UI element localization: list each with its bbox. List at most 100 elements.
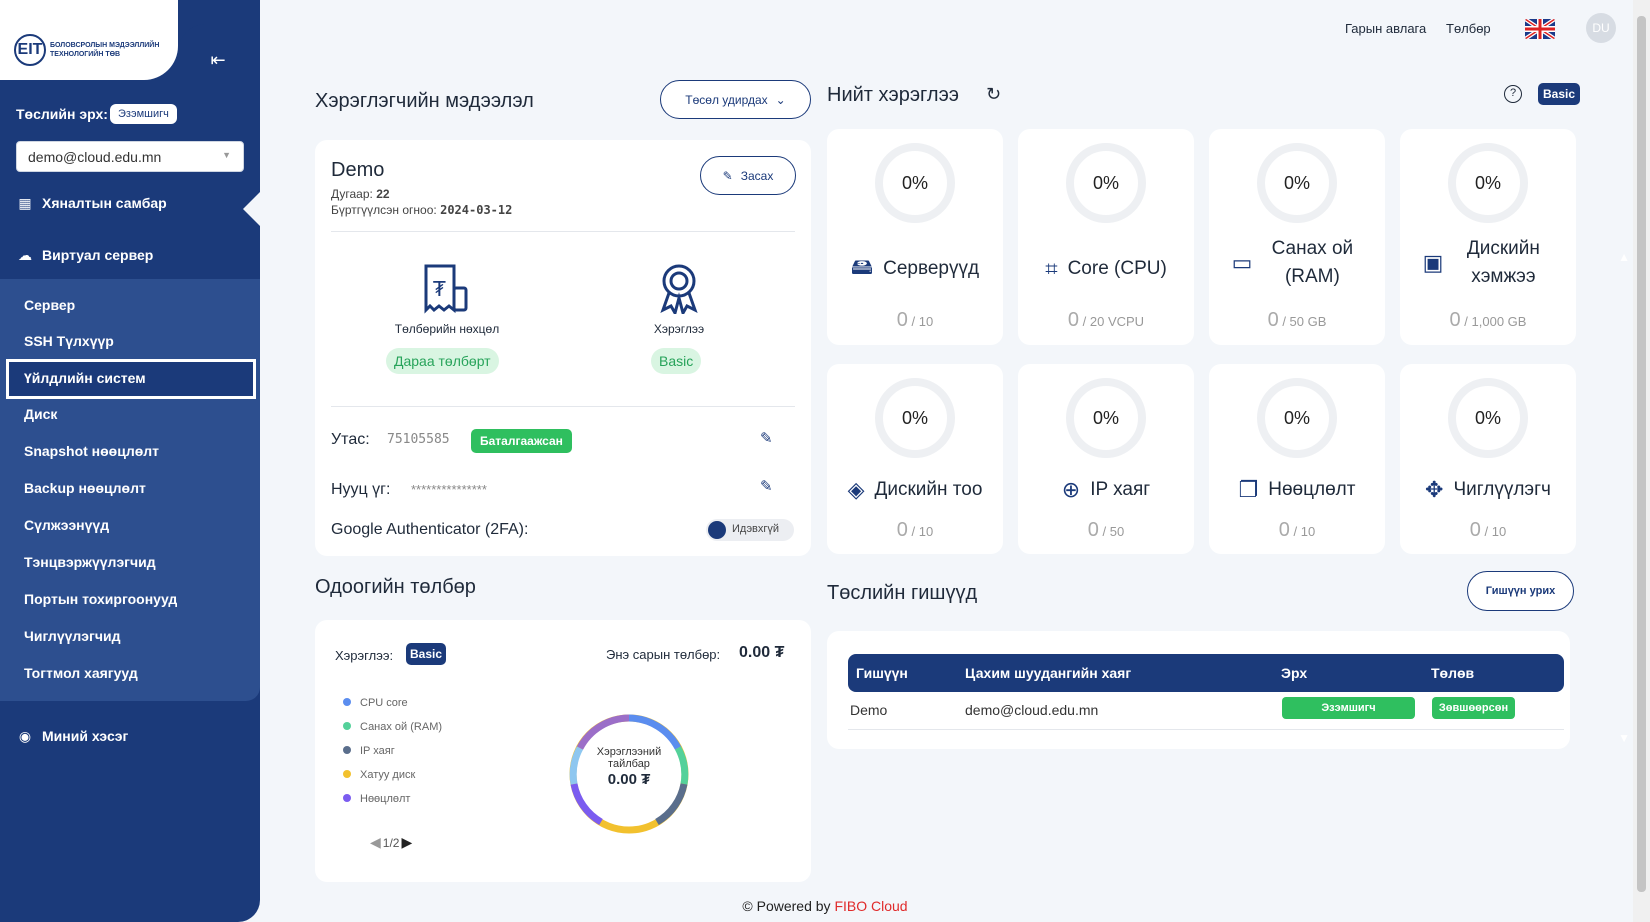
refresh-icon[interactable]: ↻ [986, 84, 1001, 105]
legend-label: Санах ой (RAM) [360, 721, 443, 733]
nav-my-section[interactable]: ◉ Миний хэсэг [16, 727, 128, 745]
uk-flag-icon[interactable] [1525, 19, 1555, 39]
user-number-label: Дугаар: [331, 187, 373, 201]
percent-ring: 0% [1257, 378, 1337, 458]
legend-label: IP хаяг [360, 745, 395, 757]
project-select[interactable]: demo@cloud.edu.mn ▼ [16, 141, 244, 172]
usage-card-servers[interactable]: 0% 🖴 Серверүүд 0 / 10 [827, 129, 1003, 345]
copy-icon: ❐ [1238, 477, 1259, 502]
usage-used: 0 [1449, 309, 1461, 331]
payment-terms-badge: Дараа төлбөрт [386, 348, 499, 374]
receipt-icon: ₮ [420, 262, 472, 314]
usage-card-label: Дискийн тоо [874, 479, 983, 500]
column-header[interactable]: Цахим шуудангийн хаяг [965, 665, 1131, 681]
twofa-toggle[interactable]: Идэвхгүй [706, 519, 794, 541]
sidebar-item-load-balancers[interactable]: Тэнцвэржүүлэгчид [24, 554, 156, 570]
usage-plan-label: Хэрэглээ [653, 322, 705, 336]
logo-icon: EIT [14, 34, 46, 66]
total-usage-title: Нийт хэрэглээ [827, 84, 959, 106]
logo-area[interactable]: EIT БОЛОВСРОЛЫН МЭДЭЭЛЛИЙН ТЕХНОЛОГИЙН Т… [0, 0, 178, 80]
usage-card-ip[interactable]: 0% ⊕ IP хаяг 0 / 50 [1018, 364, 1194, 554]
usage-card-router[interactable]: 0% ✥ Чиглүүлэгч 0 / 10 [1400, 364, 1576, 554]
help-icon[interactable]: ? [1504, 85, 1522, 103]
cpu-icon: ⌗ [1045, 256, 1058, 281]
row-divider [848, 729, 1564, 730]
user-info-title: Хэрэглэгчийн мэдээлэл [315, 90, 534, 112]
footer-prefix: © Powered by [742, 898, 831, 914]
svg-text:₮: ₮ [433, 277, 446, 301]
column-header[interactable]: Төлөв [1431, 665, 1474, 681]
usage-card-cpu[interactable]: 0% ⌗ Core (CPU) 0 / 20 VCPU [1018, 129, 1194, 345]
avatar[interactable]: DU [1586, 13, 1616, 43]
password-label: Нууц үг: [331, 481, 391, 498]
manual-link[interactable]: Гарын авлага [1345, 21, 1426, 36]
pencil-icon: ✎ [722, 168, 733, 183]
sidebar-item-snapshot[interactable]: Snapshot нөөцлөлт [24, 443, 159, 459]
legend-item-ip[interactable]: IP хаяг [343, 745, 395, 757]
user-circle-icon: ◉ [18, 728, 32, 744]
donut-title: Хэрэглээний тайлбар [596, 746, 662, 770]
payment-terms-label: Төлбөрийн нөхцөл [394, 322, 500, 336]
percent-ring: 0% [1066, 143, 1146, 223]
sidebar-item-disk[interactable]: Диск [24, 406, 57, 422]
sidebar-item-server[interactable]: Сервер [24, 297, 75, 313]
usage-card-label: Санах ой (RAM) [1271, 238, 1354, 287]
member-status-badge: Зөвшөөрсөн [1432, 697, 1515, 719]
sidebar-item-floating-ips[interactable]: Тогтмол хаягууд [24, 665, 138, 681]
twofa-label: Google Authenticator (2FA): [331, 521, 529, 538]
chevron-down-icon[interactable]: ▼ [1618, 731, 1630, 745]
edit-password-pencil-icon[interactable]: ✎ [760, 477, 773, 495]
payment-usage-label: Хэрэглээ: [335, 648, 394, 663]
legend-item-cpu[interactable]: CPU core [343, 697, 408, 709]
month-payment-value: 0.00 ₮ [739, 644, 785, 661]
manage-project-label: Төсөл удирдах [685, 92, 768, 107]
legend-page-number: 1/2 [382, 835, 400, 850]
sidebar-item-ssh-key[interactable]: SSH Түлхүүр [24, 333, 114, 349]
collapse-sidebar-icon[interactable]: ⇤ [205, 48, 231, 72]
usage-card-ram[interactable]: 0% ▭ Санах ой (RAM) 0 / 50 GB [1209, 129, 1385, 345]
nav-virtual-server[interactable]: ☁ Виртуал сервер [16, 246, 153, 264]
usage-used: 0 [1067, 309, 1080, 331]
usage-card-label: Core (CPU) [1067, 258, 1167, 279]
role-badge: Эзэмшигч [110, 104, 177, 124]
usage-card-disk-size[interactable]: 0% ▣ Дискийн хэмжээ 0 / 1,000 GB [1400, 129, 1576, 345]
usage-used: 0 [896, 309, 908, 331]
sidebar-item-os[interactable]: Үйлдлийн систем [24, 370, 146, 386]
sidebar-item-networks[interactable]: Сүлжээнүүд [24, 517, 109, 533]
edit-phone-pencil-icon[interactable]: ✎ [760, 429, 773, 447]
footer-brand-link[interactable]: FIBO Cloud [834, 898, 907, 914]
manage-project-button[interactable]: Төсөл удирдах ⌄ [660, 80, 811, 119]
legend-item-ram[interactable]: Санах ой (RAM) [343, 721, 442, 733]
usage-limit: / 10 [1484, 524, 1507, 539]
scrollbar-thumb[interactable] [1637, 16, 1646, 892]
user-number-value: 22 [376, 187, 390, 201]
usage-used: 0 [896, 519, 908, 541]
legend-item-backup[interactable]: Нөөцлөлт [343, 793, 410, 805]
column-header[interactable]: Гишүүн [856, 665, 908, 681]
award-icon [656, 262, 702, 317]
nav-my-section-label: Миний хэсэг [42, 728, 129, 744]
edit-label: Засах [740, 168, 774, 183]
usage-used: 0 [1278, 519, 1290, 541]
prev-page-icon[interactable]: ◀ [370, 834, 381, 851]
percent-ring: 0% [1257, 143, 1337, 223]
sidebar-item-port-settings[interactable]: Портын тохиргоонууд [24, 591, 177, 607]
sidebar-item-routers[interactable]: Чиглүүлэгчид [24, 628, 120, 644]
sidebar-item-backup[interactable]: Backup нөөцлөлт [24, 480, 146, 496]
edit-button[interactable]: ✎ Засах [700, 156, 796, 195]
legend-item-disk[interactable]: Хатуу диск [343, 769, 415, 781]
invite-member-button[interactable]: Гишүүн урих [1467, 571, 1574, 611]
router-icon: ✥ [1425, 477, 1444, 502]
payment-link[interactable]: Төлбөр [1446, 21, 1491, 36]
usage-card-disk-count[interactable]: 0% ◈ Дискийн тоо 0 / 10 [827, 364, 1003, 554]
next-page-icon[interactable]: ▶ [401, 834, 412, 851]
user-name: Demo [331, 159, 385, 181]
usage-card-label: Нөөцлөлт [1268, 479, 1356, 500]
nav-dashboard-label: Хяналтын самбар [42, 195, 167, 211]
usage-card-label: Чиглүүлэгч [1453, 479, 1551, 500]
usage-card-backup[interactable]: 0% ❐ Нөөцлөлт 0 / 10 [1209, 364, 1385, 554]
nav-dashboard[interactable]: ▦ Хяналтын самбар [16, 194, 167, 212]
usage-plan-badge: Basic [651, 348, 702, 374]
chevron-up-icon[interactable]: ▲ [1618, 250, 1630, 264]
column-header[interactable]: Эрх [1281, 665, 1307, 681]
